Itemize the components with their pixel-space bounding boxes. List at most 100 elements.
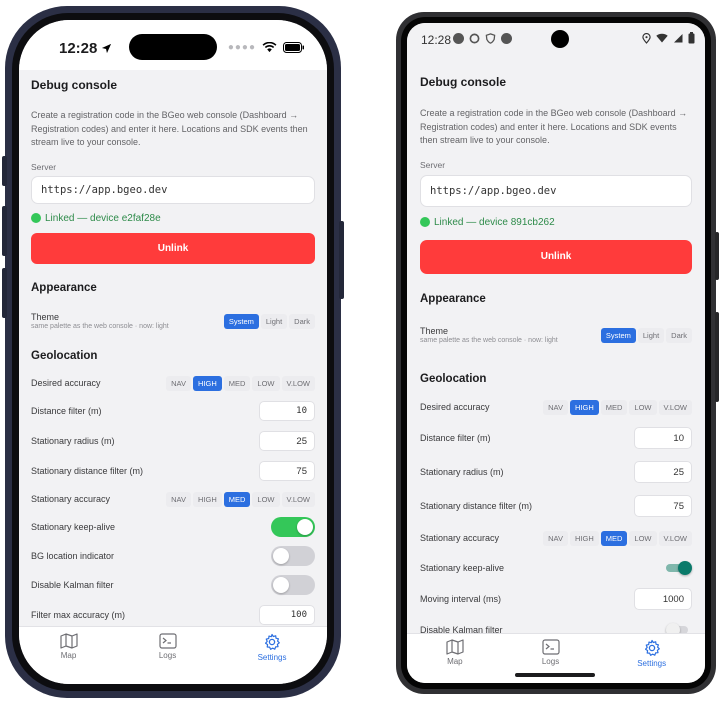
stationary-accuracy-nav[interactable]: NAV xyxy=(166,491,191,507)
android-stationary-accuracy-low[interactable]: LOW xyxy=(629,530,657,546)
unlink-button[interactable]: Unlink xyxy=(31,232,315,264)
android-accuracy-med[interactable]: MED xyxy=(600,399,628,415)
android-stationary-radius-input[interactable]: 25 xyxy=(634,461,692,483)
android-server-input[interactable]: https://app.bgeo.dev xyxy=(420,174,692,207)
gesture-bar[interactable] xyxy=(515,673,595,677)
toggle-knob xyxy=(297,519,313,535)
theme-label-group: Theme same palette as the web console · … xyxy=(31,312,169,330)
battery-icon xyxy=(283,42,304,53)
accuracy-nav[interactable]: NAV xyxy=(166,375,191,391)
android-stationary-accuracy-row: Stationary accuracy NAV HIGH MED LOW V.L… xyxy=(407,528,705,548)
mute-switch xyxy=(2,156,7,186)
filter-max-label: Filter max accuracy (m) xyxy=(31,610,126,620)
wifi-icon xyxy=(262,42,277,53)
android-stationary-accuracy-nav[interactable]: NAV xyxy=(543,530,568,546)
kalman-toggle[interactable] xyxy=(271,575,315,595)
android-moving-interval-input[interactable]: 1000 xyxy=(634,588,692,610)
stationary-radius-input[interactable]: 25 xyxy=(259,431,315,451)
android-keepalive-toggle[interactable] xyxy=(666,561,692,575)
android-theme-option-light[interactable]: Light xyxy=(637,327,665,343)
android-keepalive-row: Stationary keep-alive xyxy=(407,559,705,577)
signal-dots-icon: ●●●● xyxy=(227,42,256,53)
android-stationary-accuracy-segmented: NAV HIGH MED LOW V.LOW xyxy=(543,530,692,546)
distance-filter-label: Distance filter (m) xyxy=(31,406,102,416)
notification-dot-icon xyxy=(501,33,512,44)
stationary-radius-label: Stationary radius (m) xyxy=(31,436,115,446)
map-icon xyxy=(59,633,78,649)
battery-icon xyxy=(688,32,695,44)
android-theme-segmented: System Light Dark xyxy=(600,327,692,343)
android-accuracy-nav[interactable]: NAV xyxy=(543,399,568,415)
desired-accuracy-row: Desired accuracy NAV HIGH MED LOW V.LOW xyxy=(19,374,327,392)
iphone-screen: 12:28 ●●●● Debug console Create a regist… xyxy=(19,20,327,684)
tab-logs[interactable]: Logs xyxy=(159,633,177,660)
ios-tab-bar: Map Logs Settings xyxy=(19,626,327,684)
toggle-knob xyxy=(273,548,289,564)
android-theme-label-group: Theme same palette as the web console · … xyxy=(420,326,558,344)
android-stationary-accuracy-high[interactable]: HIGH xyxy=(570,530,599,546)
tab-settings-label: Settings xyxy=(257,653,287,662)
accuracy-low[interactable]: LOW xyxy=(252,375,280,391)
theme-option-light[interactable]: Light xyxy=(260,313,288,329)
android-device: 12:28 Debug console Create a registratio… xyxy=(396,12,719,694)
keepalive-row: Stationary keep-alive xyxy=(19,516,327,538)
stationary-accuracy-row: Stationary accuracy NAV HIGH MED LOW V.L… xyxy=(19,490,327,508)
android-unlink-button[interactable]: Unlink xyxy=(420,239,692,274)
tab-settings[interactable]: Settings xyxy=(257,633,287,662)
gear-icon xyxy=(644,639,660,656)
tab-map[interactable]: Map xyxy=(59,633,78,660)
kalman-label: Disable Kalman filter xyxy=(31,580,114,590)
android-stationary-distance-row: Stationary distance filter (m) 75 xyxy=(407,495,705,517)
stationary-distance-row: Stationary distance filter (m) 75 xyxy=(19,460,327,482)
green-dot-icon xyxy=(31,213,41,223)
android-stationary-accuracy-med[interactable]: MED xyxy=(600,530,628,546)
android-debug-console-title: Debug console xyxy=(420,75,507,89)
accuracy-vlow[interactable]: V.LOW xyxy=(281,375,315,391)
keepalive-toggle[interactable] xyxy=(271,517,315,537)
stationary-accuracy-segmented: NAV HIGH MED LOW V.LOW xyxy=(166,491,315,507)
stationary-accuracy-vlow[interactable]: V.LOW xyxy=(281,491,315,507)
filter-max-input[interactable]: 100 xyxy=(259,605,315,625)
ios-settings-content: Debug console Create a registration code… xyxy=(19,78,327,294)
kalman-row: Disable Kalman filter xyxy=(19,574,327,596)
stationary-distance-label: Stationary distance filter (m) xyxy=(31,466,144,476)
android-power-button xyxy=(715,232,719,280)
wifi-icon xyxy=(656,33,668,43)
android-distance-filter-row: Distance filter (m) 10 xyxy=(407,427,705,449)
android-accuracy-vlow[interactable]: V.LOW xyxy=(658,399,692,415)
notification-dot-icon xyxy=(453,33,464,44)
android-tab-logs[interactable]: Logs xyxy=(542,639,560,666)
android-theme-option-system[interactable]: System xyxy=(600,327,636,343)
green-dot-icon xyxy=(420,217,430,227)
stationary-distance-input[interactable]: 75 xyxy=(259,461,315,481)
android-tab-map[interactable]: Map xyxy=(446,639,464,666)
android-theme-option-dark[interactable]: Dark xyxy=(666,327,692,343)
android-stationary-distance-input[interactable]: 75 xyxy=(634,495,692,517)
android-accuracy-low[interactable]: LOW xyxy=(629,399,657,415)
android-stationary-accuracy-vlow[interactable]: V.LOW xyxy=(658,530,692,546)
distance-filter-input[interactable]: 10 xyxy=(259,401,315,421)
android-theme-label: Theme xyxy=(420,326,449,336)
accuracy-med[interactable]: MED xyxy=(223,375,251,391)
android-tab-settings[interactable]: Settings xyxy=(637,639,666,668)
distance-filter-row: Distance filter (m) 10 xyxy=(19,400,327,422)
stationary-accuracy-low[interactable]: LOW xyxy=(252,491,280,507)
android-distance-filter-input[interactable]: 10 xyxy=(634,427,692,449)
theme-option-dark[interactable]: Dark xyxy=(289,313,315,329)
android-accuracy-high[interactable]: HIGH xyxy=(570,399,599,415)
android-debug-console-description: Create a registration code in the BGeo w… xyxy=(420,108,688,145)
server-input[interactable]: https://app.bgeo.dev xyxy=(31,175,315,204)
stationary-accuracy-med[interactable]: MED xyxy=(223,491,251,507)
desired-accuracy-label: Desired accuracy xyxy=(31,378,101,388)
stationary-accuracy-high[interactable]: HIGH xyxy=(193,491,222,507)
theme-row: Theme same palette as the web console · … xyxy=(19,312,327,330)
android-geolocation-title: Geolocation xyxy=(420,373,487,385)
toggle-thumb xyxy=(678,561,692,575)
android-settings-content: Debug console Create a registration code… xyxy=(407,75,705,305)
location-pin-icon xyxy=(642,32,651,44)
theme-option-system[interactable]: System xyxy=(223,313,259,329)
bg-indicator-toggle[interactable] xyxy=(271,546,315,566)
android-stationary-accuracy-label: Stationary accuracy xyxy=(420,533,500,543)
accuracy-high[interactable]: HIGH xyxy=(193,375,222,391)
keepalive-label: Stationary keep-alive xyxy=(31,522,116,532)
